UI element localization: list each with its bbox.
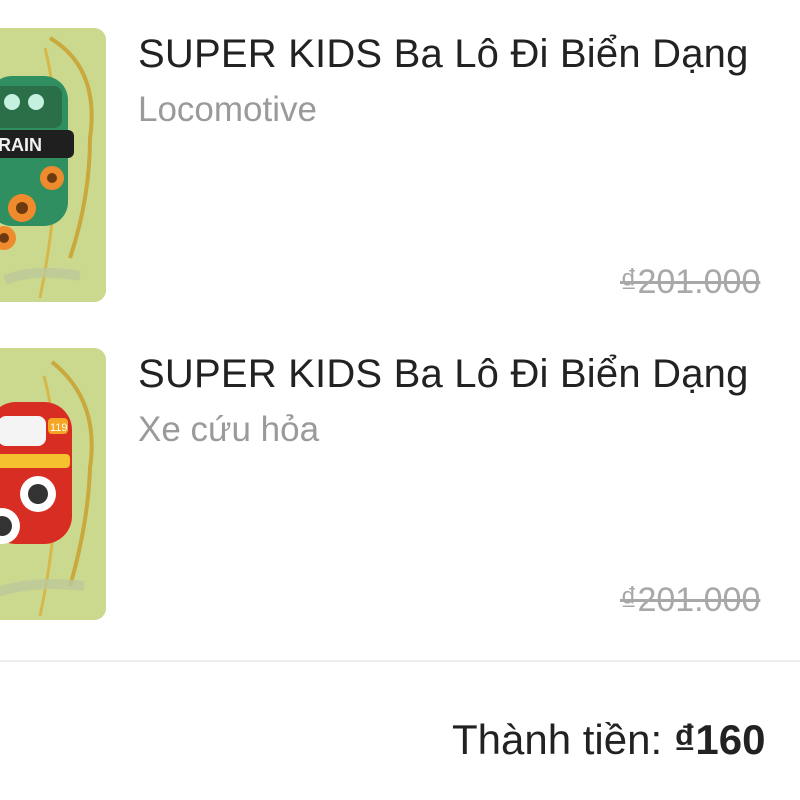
original-price: ₫201.000	[620, 581, 761, 619]
order-screen: RAIN SUPER KIDS Ba Lô Đi Biển Dạng Locom…	[0, 0, 800, 800]
total-value: ₫160	[673, 716, 766, 763]
product-title[interactable]: SUPER KIDS Ba Lô Đi Biển Dạng	[138, 350, 749, 398]
order-total: Thành tiền: ₫160	[452, 712, 765, 768]
train-backpack-icon: RAIN	[0, 28, 106, 302]
original-price: ₫201.000	[620, 263, 761, 301]
section-divider	[0, 660, 800, 662]
train-label: RAIN	[0, 135, 42, 155]
order-item[interactable]: RAIN SUPER KIDS Ba Lô Đi Biển Dạng Locom…	[0, 0, 800, 302]
product-image-train[interactable]: RAIN	[0, 28, 106, 302]
product-variant: Xe cứu hỏa	[138, 410, 320, 449]
order-item[interactable]: 119 SUPER KIDS Ba Lô Đi Biển Dạng Xe cứu…	[0, 320, 800, 620]
total-label: Thành tiền:	[452, 716, 663, 763]
product-title[interactable]: SUPER KIDS Ba Lô Đi Biển Dạng	[138, 30, 749, 78]
product-image-fire-truck[interactable]: 119	[0, 348, 106, 620]
fire-truck-backpack-icon: 119	[0, 348, 106, 620]
fire-truck-number: 119	[50, 422, 68, 434]
product-variant: Locomotive	[138, 90, 317, 129]
